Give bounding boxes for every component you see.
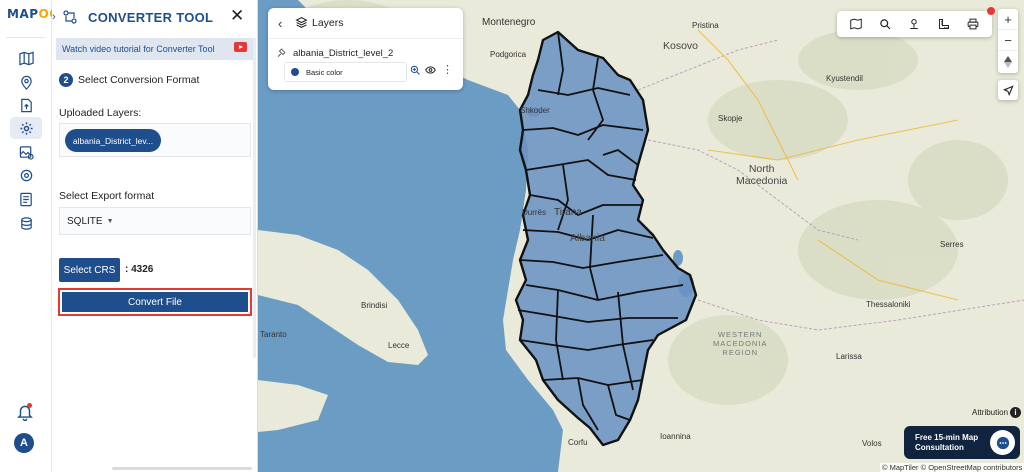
label-western-macedonia-region: WESTERN MACEDONIA REGION	[713, 330, 767, 357]
converter-tool-icon	[62, 9, 78, 25]
pin-drop-icon[interactable]	[908, 18, 920, 30]
notification-dot	[27, 403, 32, 408]
label-skopje: Skopje	[718, 114, 742, 123]
crs-value: : 4326	[125, 264, 153, 275]
chat-bubble-icon	[996, 436, 1010, 450]
label-albania: Albania	[570, 232, 605, 244]
label-volos: Volos	[862, 439, 882, 448]
label-podgorica: Podgorica	[490, 50, 526, 59]
database-icon[interactable]	[10, 212, 42, 234]
label-north-macedonia: North Macedonia	[736, 163, 787, 187]
style-color-swatch	[291, 68, 299, 76]
export-format-value: SQLITE	[67, 216, 103, 227]
map-icon[interactable]	[10, 47, 42, 69]
label-corfu: Corfu	[568, 438, 588, 447]
label-shkoder: Shkoder	[520, 106, 550, 115]
convert-file-button[interactable]: Convert File	[62, 292, 248, 312]
label-lecce: Lecce	[388, 341, 409, 350]
tutorial-link[interactable]: Watch video tutorial for Converter Tool	[56, 38, 253, 60]
close-button[interactable]: ✕	[230, 7, 244, 25]
navigate-arrow-icon	[1003, 85, 1014, 96]
label-brindisi: Brindisi	[361, 301, 387, 310]
layers-card: ‹ Layers albania_District_level_2 ⋮ Basi…	[268, 8, 463, 90]
style-label: Basic color	[306, 68, 343, 77]
export-format-label: Select Export format	[59, 190, 154, 202]
label-montenegro: Montenegro	[482, 17, 535, 28]
consultation-text: Free 15-min Map Consultation	[915, 433, 985, 453]
uploaded-layer-chip[interactable]: albania_District_lev...	[65, 129, 161, 152]
layers-card-title: Layers	[312, 17, 344, 29]
converter-panel: › CONVERTER TOOL ✕ Watch video tutorial …	[52, 0, 258, 472]
zoom-to-layer-icon[interactable]	[410, 65, 420, 75]
rail-divider	[6, 37, 45, 38]
left-rail: MAPOG A	[0, 0, 52, 472]
consultation-banner[interactable]: Free 15-min Map Consultation	[904, 426, 1020, 459]
report-icon[interactable]	[10, 188, 42, 210]
step-label: Select Conversion Format	[78, 74, 199, 86]
compass-icon	[1003, 56, 1013, 68]
settings-wheel-icon[interactable]	[10, 164, 42, 186]
label-pristina: Pristina	[692, 21, 719, 30]
label-ioannina: Ioannina	[660, 432, 691, 441]
map-style-icon[interactable]	[850, 18, 862, 30]
drag-handle-icon[interactable]	[276, 47, 287, 58]
upload-file-icon[interactable]	[10, 94, 42, 116]
uploaded-layers-box: albania_District_lev...	[59, 123, 251, 157]
label-kyustendil: Kyustendil	[826, 74, 863, 83]
attribution-label[interactable]: Attribution	[972, 408, 1008, 417]
map-credits: © MapTiler © OpenStreetMap contributors	[880, 463, 1024, 472]
gear-icon[interactable]	[10, 117, 42, 139]
label-taranto: Taranto	[260, 330, 287, 339]
caret-down-icon: ▼	[107, 218, 114, 225]
uploaded-layers-label: Uploaded Layers:	[59, 107, 141, 119]
panel-header: › CONVERTER TOOL ✕	[52, 0, 258, 34]
visibility-eye-icon[interactable]	[425, 66, 436, 74]
zoom-in-button[interactable]: +	[998, 9, 1018, 30]
label-serres: Serres	[940, 240, 964, 249]
panel-horizontal-scrollbar[interactable]	[112, 467, 252, 470]
layers-card-divider	[268, 38, 463, 39]
measure-icon[interactable]	[938, 18, 950, 30]
step-number-badge: 2	[59, 73, 73, 87]
search-icon[interactable]	[879, 18, 891, 30]
layers-stack-icon	[295, 16, 308, 29]
panel-scrollbar[interactable]	[253, 38, 256, 358]
convert-highlight: Convert File	[58, 288, 252, 316]
toolbar-notification-badge	[987, 7, 995, 15]
tutorial-label: Watch video tutorial for Converter Tool	[62, 44, 215, 54]
panel-title: CONVERTER TOOL	[88, 10, 213, 25]
label-kosovo: Kosovo	[663, 40, 698, 52]
zoom-control: + −	[998, 9, 1018, 73]
youtube-icon	[234, 42, 247, 52]
label-thessaloniki: Thessaloniki	[866, 300, 910, 309]
layer-name: albania_District_level_2	[293, 48, 393, 59]
map-toolbar	[837, 11, 992, 37]
info-icon[interactable]: i	[1010, 407, 1021, 418]
zoom-out-button[interactable]: −	[998, 30, 1018, 51]
location-pin-icon[interactable]	[10, 71, 42, 93]
avatar[interactable]: A	[14, 433, 34, 453]
export-format-select[interactable]: SQLITE ▼	[59, 207, 251, 235]
app-root: MAPOG A ›	[0, 0, 1024, 472]
back-chevron-icon[interactable]: ‹	[278, 16, 282, 31]
chat-button[interactable]	[990, 430, 1015, 455]
layer-style-item[interactable]: Basic color	[284, 62, 407, 82]
locate-me-button[interactable]	[998, 80, 1018, 100]
layers-gallery-icon[interactable]	[10, 141, 42, 163]
label-tirana: Tirana	[554, 207, 582, 218]
collapse-chevron-icon[interactable]: ›	[52, 11, 56, 23]
more-options-icon[interactable]: ⋮	[442, 63, 453, 76]
label-larissa: Larissa	[836, 352, 862, 361]
label-durres: Durrës	[522, 208, 546, 217]
select-crs-button[interactable]: Select CRS	[59, 258, 120, 282]
compass-button[interactable]	[998, 51, 1018, 72]
print-icon[interactable]	[967, 18, 979, 30]
